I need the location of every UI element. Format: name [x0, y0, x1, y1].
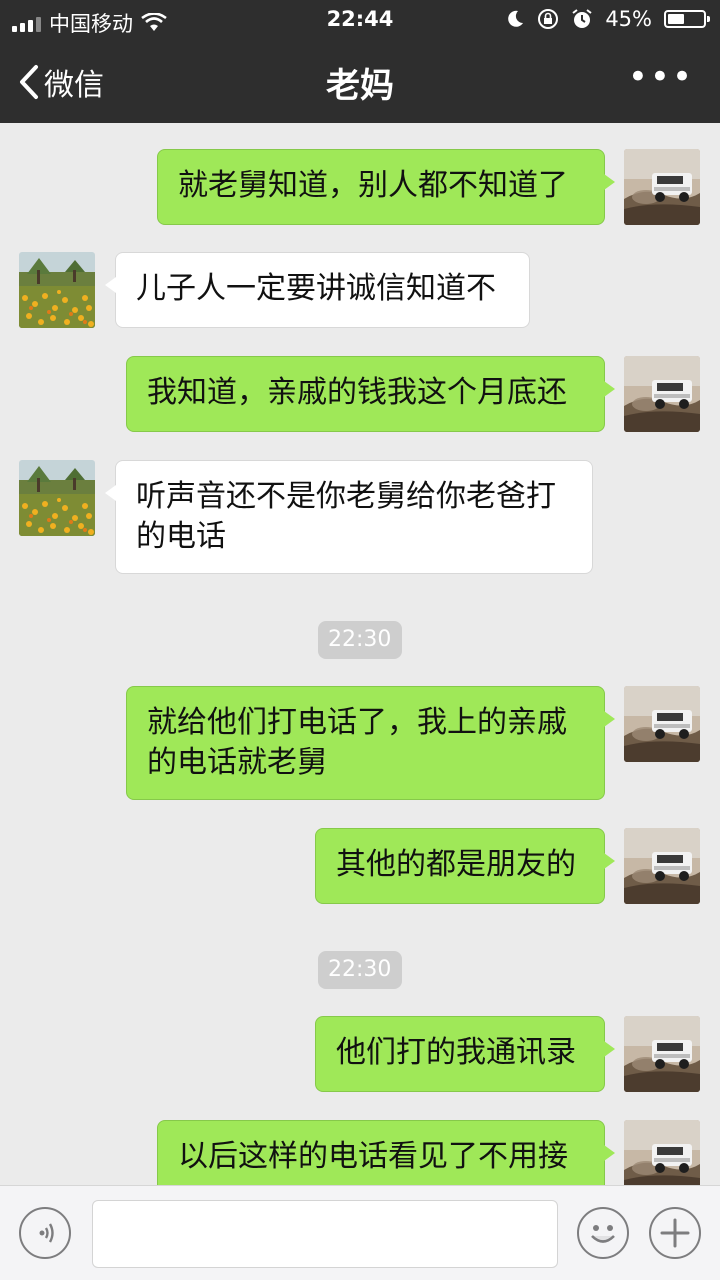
message-bubble-outgoing[interactable]: 就老舅知道，别人都不知道了 — [157, 149, 615, 225]
self-avatar[interactable] — [624, 1120, 700, 1185]
battery-icon — [664, 10, 710, 28]
voice-button[interactable] — [19, 1207, 71, 1259]
emoji-button[interactable] — [577, 1207, 629, 1259]
voice-icon — [39, 1223, 54, 1243]
message-bubble-outgoing[interactable]: 以后这样的电话看见了不用接 — [157, 1120, 615, 1185]
rotation-lock-icon — [538, 9, 559, 29]
plus-icon — [660, 1218, 690, 1248]
moon-icon — [508, 10, 524, 27]
more-button[interactable]: ••• — [628, 60, 694, 94]
self-avatar[interactable] — [624, 149, 700, 225]
status-bar: 中国移动 22:44 45% — [0, 0, 720, 40]
message-list[interactable]: 就老舅知道，别人都不知道了 儿子人一定要讲诚信知道不 我知道，亲戚的钱我这个月底… — [0, 123, 720, 1185]
message-bubble-incoming[interactable]: 听声音还不是你老舅给你老爸打 的电话 — [105, 460, 593, 574]
message-line: 的电话 — [136, 519, 226, 554]
message-bubble-incoming[interactable]: 儿子人一定要讲诚信知道不 — [105, 252, 530, 328]
message-input[interactable] — [92, 1200, 558, 1268]
message-line: 的电话就老舅 — [147, 745, 327, 780]
timestamp: 22:30 — [318, 621, 402, 659]
message-bubble-outgoing[interactable]: 他们打的我通讯录 — [315, 1016, 615, 1092]
emoji-icon — [591, 1225, 615, 1243]
alarm-icon — [572, 9, 592, 28]
self-avatar[interactable] — [624, 828, 700, 904]
message-bubble-outgoing[interactable]: 我知道，亲戚的钱我这个月底还 — [126, 356, 615, 432]
battery-percent: 45% — [605, 7, 652, 31]
input-bar — [0, 1185, 720, 1280]
message-bubble-outgoing[interactable]: 就给他们打电话了，我上的亲戚 的电话就老舅 — [126, 686, 615, 800]
timestamp: 22:30 — [318, 951, 402, 989]
self-avatar[interactable] — [624, 1016, 700, 1092]
chat-title: 老妈 — [326, 66, 394, 106]
message-line: 听声音还不是你老舅给你老爸打 — [136, 479, 556, 514]
nav-bar: 微信 老妈 ••• — [0, 40, 720, 123]
self-avatar[interactable] — [624, 356, 700, 432]
message-line: 就给他们打电话了，我上的亲戚 — [147, 705, 567, 740]
message-bubble-outgoing[interactable]: 其他的都是朋友的 — [315, 828, 615, 904]
contact-avatar[interactable] — [19, 252, 95, 328]
more-functions-button[interactable] — [649, 1207, 701, 1259]
contact-avatar[interactable] — [19, 460, 95, 536]
self-avatar[interactable] — [624, 686, 700, 762]
